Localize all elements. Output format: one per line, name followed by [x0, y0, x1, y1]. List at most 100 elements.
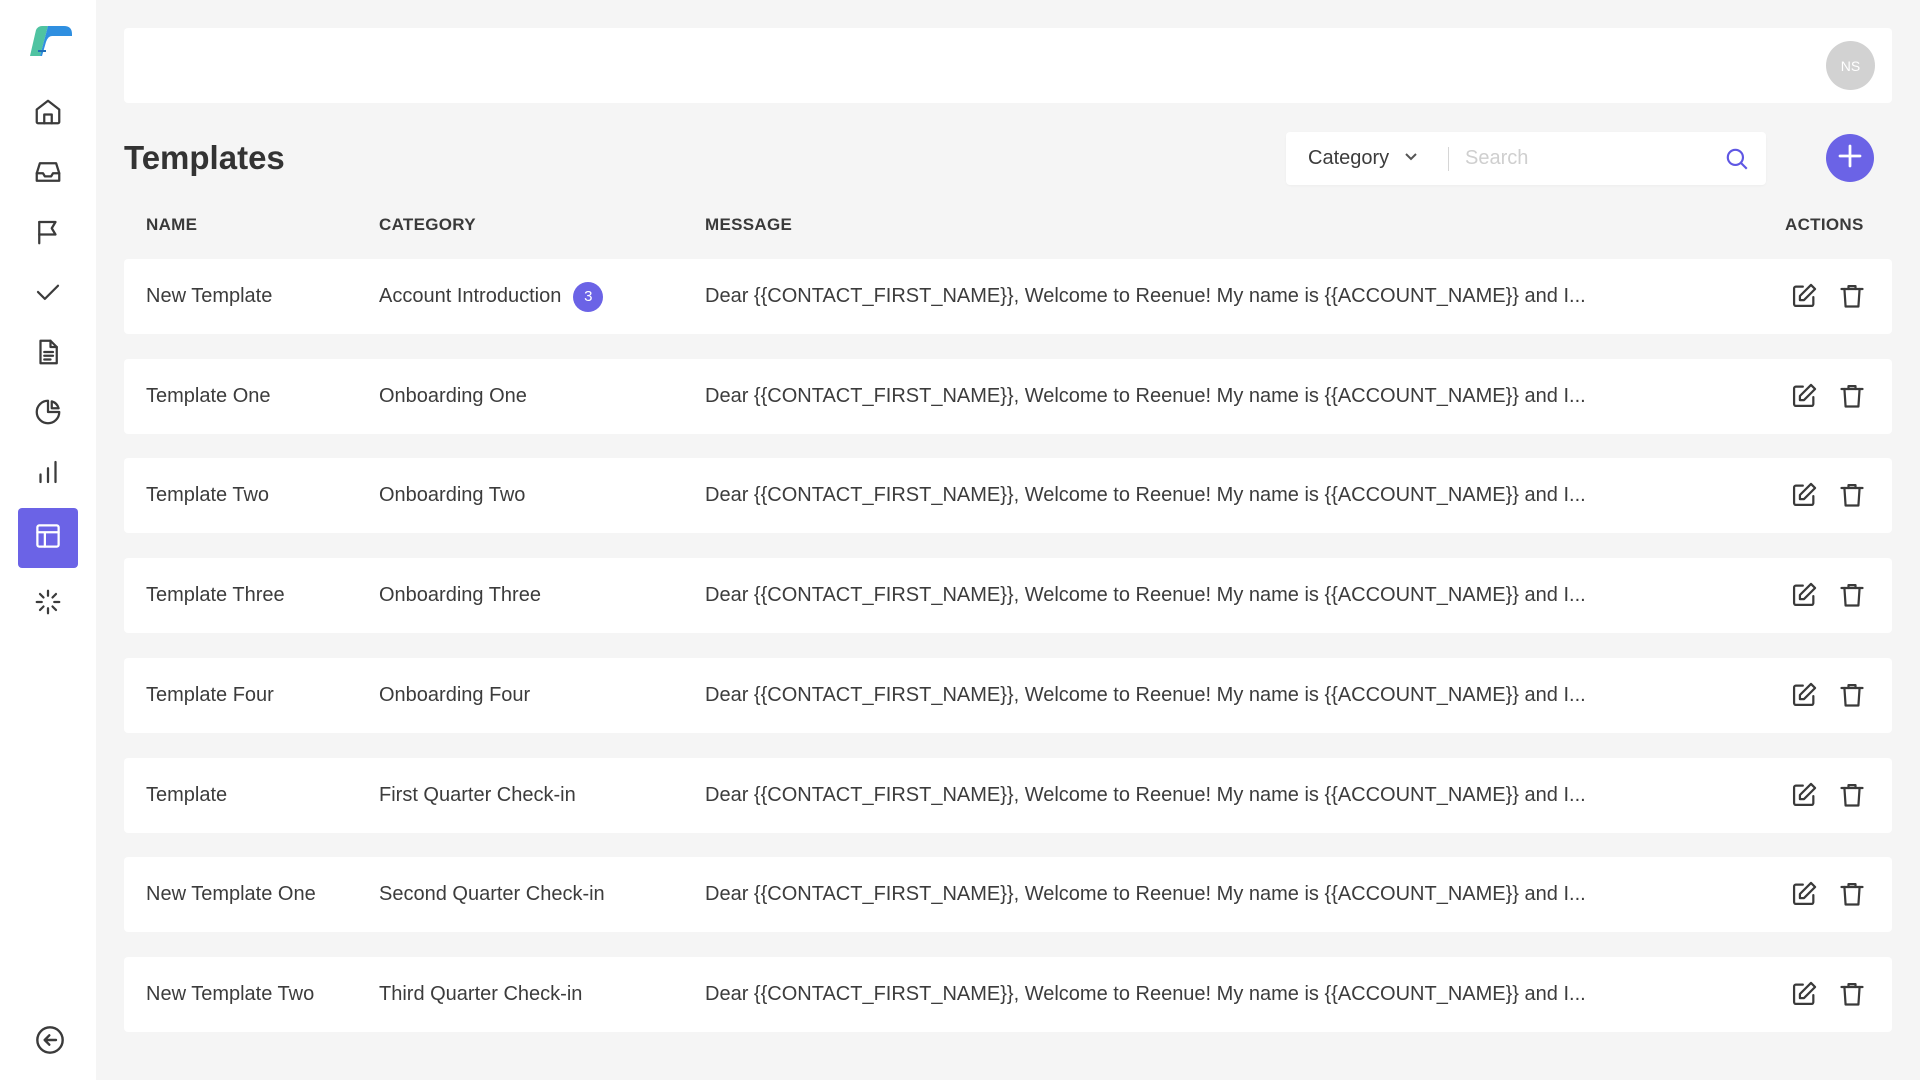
- loader-icon: [33, 587, 63, 622]
- template-category: Third Quarter Check-in: [379, 957, 582, 1032]
- table-row[interactable]: Template Two Onboarding Two Dear {{CONTACT…: [124, 458, 1892, 533]
- brand-logo-icon[interactable]: [26, 24, 74, 60]
- search-input[interactable]: [1465, 147, 1715, 170]
- row-actions: [1790, 480, 1866, 510]
- template-message: Dear {{CONTACT_FIRST_NAME}}, Welcome to …: [705, 584, 1586, 606]
- template-name: New Template One: [146, 883, 316, 905]
- edit-icon: [1790, 782, 1818, 814]
- nav-analytics[interactable]: [18, 444, 78, 504]
- template-icon: [33, 521, 63, 556]
- edit-button[interactable]: [1790, 381, 1818, 411]
- plus-icon: [1835, 141, 1865, 176]
- nav-tasks[interactable]: [18, 264, 78, 324]
- template-name: Template Two: [146, 484, 270, 506]
- trash-icon: [1838, 583, 1866, 614]
- template-category: Second Quarter Check-in: [379, 857, 605, 932]
- template-category: Onboarding One: [379, 359, 527, 434]
- edit-button[interactable]: [1790, 580, 1818, 610]
- edit-icon: [1790, 283, 1818, 315]
- pie-chart-icon: [33, 397, 63, 432]
- template-message: Dear {{CONTACT_FIRST_NAME}}, Welcome to …: [705, 285, 1586, 307]
- edit-button[interactable]: [1790, 480, 1818, 510]
- template-message: Dear {{CONTACT_FIRST_NAME}}, Welcome to …: [705, 385, 1586, 407]
- template-category: Account Introduction 3: [379, 259, 604, 334]
- template-message: Dear {{CONTACT_FIRST_NAME}}, Welcome to …: [705, 983, 1586, 1005]
- trash-icon: [1838, 384, 1866, 415]
- nav-documents[interactable]: [18, 324, 78, 384]
- nav-templates[interactable]: [18, 508, 78, 568]
- trash-icon: [1838, 783, 1866, 814]
- edit-icon: [1790, 482, 1818, 514]
- delete-button[interactable]: [1838, 480, 1866, 510]
- nav-flag[interactable]: [18, 204, 78, 264]
- table-row[interactable]: Template Three Onboarding Three Dear {{CON…: [124, 558, 1892, 633]
- template-message: Dear {{CONTACT_FIRST_NAME}}, Welcome to …: [705, 784, 1586, 806]
- nav-inbox[interactable]: [18, 144, 78, 204]
- table-row[interactable]: New Template One Second Quarter Check-in D…: [124, 857, 1892, 932]
- filter-divider: [1448, 146, 1449, 171]
- table-row[interactable]: New Template Two Third Quarter Check-in De…: [124, 957, 1892, 1032]
- table-row[interactable]: New Template Account Introduction 3 Dear {{…: [124, 259, 1892, 334]
- edit-button[interactable]: [1790, 979, 1818, 1009]
- delete-button[interactable]: [1838, 680, 1866, 710]
- trash-icon: [1838, 982, 1866, 1013]
- filter-bar: Category: [1286, 132, 1766, 185]
- nav-home[interactable]: [18, 84, 78, 144]
- inbox-icon: [33, 157, 63, 192]
- table-row[interactable]: Template One Onboarding One Dear {{CONTACT…: [124, 359, 1892, 434]
- category-label: Onboarding Two: [379, 484, 526, 506]
- home-icon: [33, 97, 63, 132]
- template-category: Onboarding Three: [379, 558, 541, 633]
- template-message: Dear {{CONTACT_FIRST_NAME}}, Welcome to …: [705, 883, 1586, 905]
- delete-button[interactable]: [1838, 780, 1866, 810]
- row-actions: [1790, 879, 1866, 909]
- template-name: Template: [146, 784, 228, 806]
- category-label: Second Quarter Check-in: [379, 883, 605, 905]
- add-template-button[interactable]: [1826, 134, 1874, 182]
- column-header-category[interactable]: CATEGORY: [379, 215, 476, 235]
- row-actions: [1790, 381, 1866, 411]
- edit-icon: [1790, 383, 1818, 415]
- template-name: Template Three: [146, 584, 285, 606]
- trash-icon: [1838, 683, 1866, 714]
- row-actions: [1790, 979, 1866, 1009]
- category-dropdown[interactable]: Category: [1286, 132, 1448, 185]
- user-avatar[interactable]: NS: [1826, 41, 1875, 90]
- delete-button[interactable]: [1838, 281, 1866, 311]
- trash-icon: [1838, 882, 1866, 913]
- category-label: Account Introduction: [379, 285, 562, 307]
- edit-button[interactable]: [1790, 680, 1818, 710]
- category-label: Onboarding One: [379, 385, 527, 407]
- table-row[interactable]: Template First Quarter Check-in Dear {{CON…: [124, 758, 1892, 833]
- category-dropdown-label: Category: [1308, 147, 1390, 169]
- delete-button[interactable]: [1838, 979, 1866, 1009]
- bar-chart-icon: [33, 457, 63, 492]
- edit-button[interactable]: [1790, 780, 1818, 810]
- delete-button[interactable]: [1838, 580, 1866, 610]
- template-category: Onboarding Two: [379, 458, 525, 533]
- column-header-actions: ACTIONS: [1785, 215, 1864, 234]
- search-button[interactable]: [1724, 146, 1750, 172]
- trash-icon: [1838, 284, 1866, 315]
- category-label: Third Quarter Check-in: [379, 983, 583, 1005]
- edit-button[interactable]: [1790, 281, 1818, 311]
- template-category: First Quarter Check-in: [379, 758, 576, 833]
- nav-reports[interactable]: [18, 384, 78, 444]
- template-name: New Template Two: [146, 983, 315, 1005]
- chevron-down-icon: [1403, 147, 1419, 170]
- sidebar: [0, 0, 96, 1080]
- category-label: Onboarding Four: [379, 684, 531, 706]
- column-header-name[interactable]: NAME: [146, 215, 197, 235]
- table-row[interactable]: Template Four Onboarding Four Dear {{CONTA…: [124, 658, 1892, 733]
- nav-integrations[interactable]: [18, 574, 78, 634]
- category-label: Onboarding Three: [379, 584, 541, 606]
- column-header-message[interactable]: MESSAGE: [705, 215, 792, 235]
- edit-button[interactable]: [1790, 879, 1818, 909]
- template-name: New Template: [146, 285, 273, 307]
- edit-icon: [1790, 981, 1818, 1013]
- row-actions: [1790, 780, 1866, 810]
- delete-button[interactable]: [1838, 879, 1866, 909]
- edit-icon: [1790, 881, 1818, 913]
- delete-button[interactable]: [1838, 381, 1866, 411]
- collapse-sidebar-button[interactable]: [34, 1024, 66, 1056]
